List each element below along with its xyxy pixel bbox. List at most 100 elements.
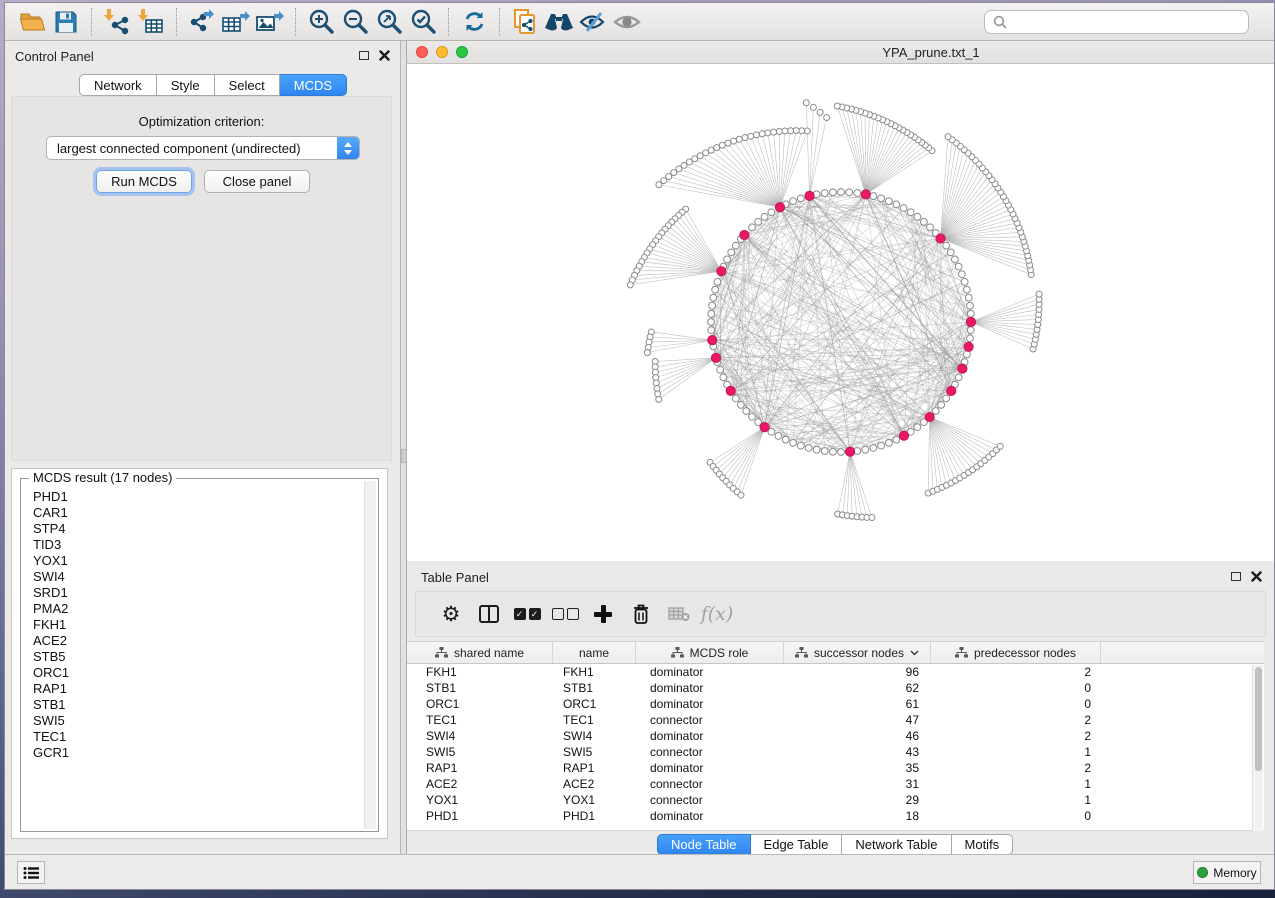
network-node[interactable] [708,310,715,317]
window-minimize-icon[interactable] [436,46,448,58]
network-node[interactable] [834,103,840,109]
network-node[interactable] [709,302,716,309]
network-hub-node[interactable] [925,412,934,421]
unselect-all-columns-icon[interactable] [546,596,584,632]
table-mode-gear-icon[interactable]: ⚙ [432,596,470,632]
first-neighbors-icon[interactable] [542,6,576,38]
network-node[interactable] [927,224,934,231]
network-node[interactable] [878,442,885,449]
network-node[interactable] [900,205,907,212]
mcds-result-item[interactable]: PMA2 [33,601,362,617]
network-node[interactable] [967,327,974,334]
zoom-in-icon[interactable] [304,6,338,38]
network-node[interactable] [720,374,727,381]
float-panel-icon[interactable] [359,51,369,60]
mcds-result-item[interactable]: SWI5 [33,713,362,729]
show-all-eye-icon[interactable] [610,6,644,38]
show-panels-list-button[interactable] [17,861,45,884]
zoom-fit-icon[interactable] [372,6,406,38]
tab-mcds[interactable]: MCDS [280,74,347,96]
table-row[interactable]: FKH1FKH1dominator962 [407,664,1264,680]
table-row[interactable]: SWI4SWI4dominator462 [407,728,1264,744]
network-node[interactable] [736,136,742,142]
network-node[interactable] [952,256,959,263]
network-node[interactable] [790,439,797,446]
network-node[interactable] [710,294,717,301]
select-all-columns-icon[interactable]: ✓✓ [508,596,546,632]
network-node[interactable] [724,256,731,263]
network-node[interactable] [748,133,754,139]
tab-node-table[interactable]: Node Table [657,834,751,855]
column-header-shared-name[interactable]: shared name [407,642,553,663]
network-node[interactable] [907,209,914,216]
network-node[interactable] [885,439,892,446]
save-session-icon[interactable] [49,6,83,38]
network-node[interactable] [854,190,861,197]
table-row[interactable]: TEC1TEC1connector472 [407,712,1264,728]
network-canvas[interactable] [407,64,1274,561]
network-hub-node[interactable] [740,230,749,239]
network-node[interactable] [870,445,877,452]
network-hub-node[interactable] [717,267,726,276]
network-node[interactable] [938,401,945,408]
toggle-column-pane-icon[interactable] [470,596,508,632]
mcds-result-item[interactable]: SWI4 [33,569,362,585]
network-node[interactable] [714,278,721,285]
network-node[interactable] [838,449,845,456]
network-node[interactable] [961,278,968,285]
network-node[interactable] [846,189,853,196]
mcds-result-item[interactable]: PHD1 [33,489,362,505]
network-node[interactable] [893,436,900,443]
window-close-icon[interactable] [416,46,428,58]
network-node[interactable] [803,100,809,106]
network-hub-node[interactable] [760,423,769,432]
network-hub-node[interactable] [775,203,784,212]
network-hub-node[interactable] [711,353,720,362]
table-row[interactable]: ORC1ORC1dominator610 [407,696,1264,712]
network-node[interactable] [878,195,885,202]
column-header-successor-nodes[interactable]: successor nodes [784,642,931,663]
network-node[interactable] [1036,291,1042,297]
mcds-result-item[interactable]: ORC1 [33,665,362,681]
tab-style[interactable]: Style [157,74,215,96]
network-node[interactable] [914,424,921,431]
network-node[interactable] [947,249,954,256]
mcds-result-item[interactable]: STP4 [33,521,362,537]
network-hub-node[interactable] [861,190,870,199]
network-node[interactable] [776,128,782,134]
network-node[interactable] [765,130,771,136]
network-node[interactable] [738,492,744,498]
network-node[interactable] [790,198,797,205]
network-graph[interactable] [407,64,1275,561]
network-node[interactable] [817,109,823,115]
search-input[interactable] [1013,14,1240,31]
tab-network-table[interactable]: Network Table [842,834,951,855]
table-row[interactable]: RAP1RAP1dominator352 [407,760,1264,776]
tab-select[interactable]: Select [215,74,280,96]
network-node[interactable] [967,302,974,309]
network-node[interactable] [829,189,836,196]
mcds-result-item[interactable]: TID3 [33,537,362,553]
network-node[interactable] [782,128,788,134]
search-field[interactable] [984,10,1249,34]
network-node[interactable] [732,242,739,249]
network-node[interactable] [731,138,737,144]
close-panel-icon[interactable] [1251,571,1262,582]
duplicate-network-icon[interactable] [508,6,542,38]
mcds-result-item[interactable]: FKH1 [33,617,362,633]
mcds-result-item[interactable]: STB5 [33,649,362,665]
table-row[interactable]: ACE2ACE2connector311 [407,776,1264,792]
optimization-criterion-select[interactable]: largest connected component (undirected) [46,136,360,160]
network-hub-node[interactable] [899,431,908,440]
network-node[interactable] [943,395,950,402]
network-node[interactable] [759,131,765,137]
network-node[interactable] [838,189,845,196]
network-node[interactable] [797,442,804,449]
network-node[interactable] [742,135,748,141]
network-node[interactable] [955,374,962,381]
mcds-result-item[interactable]: STB1 [33,697,362,713]
column-header-MCDS-role[interactable]: MCDS role [636,642,784,663]
network-node[interactable] [964,351,971,358]
network-node[interactable] [810,104,816,110]
network-node[interactable] [644,350,650,356]
